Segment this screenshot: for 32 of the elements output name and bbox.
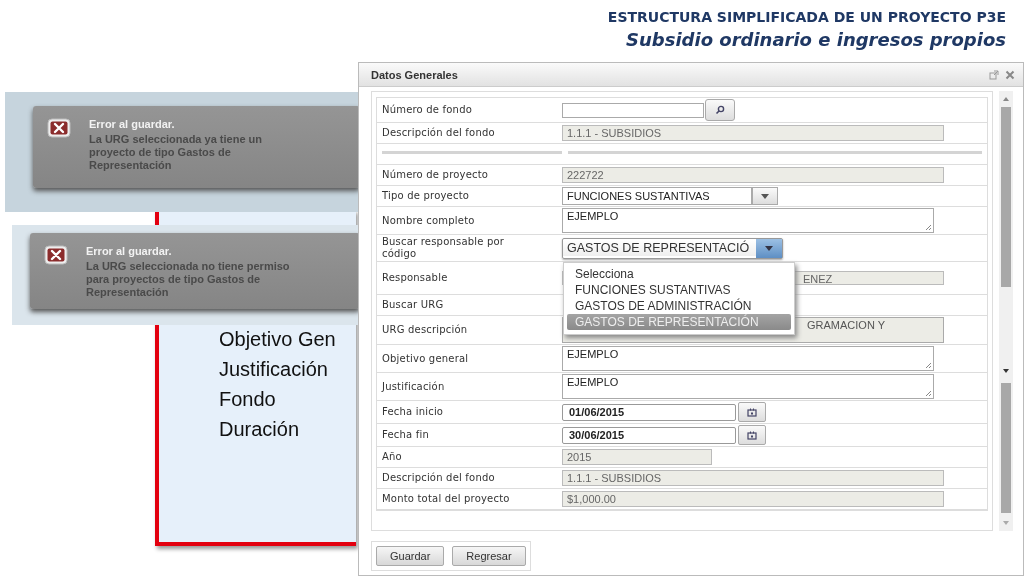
toast-message: La URG seleccionada no tiene permiso para proyectos de tipo Gastos de Representación (86, 260, 291, 299)
readonly-field: 1.1.1 - SUBSIDIOS (562, 125, 944, 141)
list-item: Objetivo Gen (219, 327, 337, 352)
readonly-field: $1,000.00 (562, 491, 944, 507)
toast-title: Error al guardar. (89, 118, 176, 130)
list-item: Duración (219, 417, 301, 442)
list-item: Justificación (219, 357, 329, 382)
slide-title: ESTRUCTURA SIMPLIFICADA DE UN PROYECTO P3E (607, 9, 1006, 25)
field-label: Año (381, 451, 403, 463)
field-label: Descripción del fondo (381, 127, 496, 139)
field-label: Descripción del fondo (381, 472, 496, 484)
field-label: Objetivo general (381, 352, 470, 365)
field-label: Nombre completo (381, 214, 476, 227)
readonly-field: 222722 (562, 167, 944, 183)
field-label: Fecha inicio (381, 406, 445, 418)
field-label: Fecha fin (381, 429, 430, 441)
field-label: Tipo de proyecto (381, 190, 471, 202)
list-item: Fondo (219, 387, 277, 412)
slide-subtitle: Subsidio ordinario e ingresos propios (626, 29, 1006, 50)
dialog-title: Datos Generales (371, 68, 458, 81)
field-label: Monto total del proyecto (381, 493, 511, 505)
field-label: Número de proyecto (381, 169, 490, 181)
field-label: Buscar URG (381, 299, 445, 311)
field-label: Buscar responsable por código (381, 236, 506, 260)
readonly-field: 1.1.1 - SUBSIDIOS (562, 470, 944, 486)
field-label: Responsable (381, 272, 449, 284)
toast-message: La URG seleccionada ya tiene un proyecto de tipo Gastos de Representación (89, 133, 263, 172)
readonly-field: 2015 (562, 449, 712, 465)
field-label: Número de fondo (381, 104, 474, 116)
toast-title: Error al guardar. (86, 245, 173, 257)
field-label: URG descripción (381, 324, 469, 336)
field-label: Justificación (380, 380, 446, 393)
